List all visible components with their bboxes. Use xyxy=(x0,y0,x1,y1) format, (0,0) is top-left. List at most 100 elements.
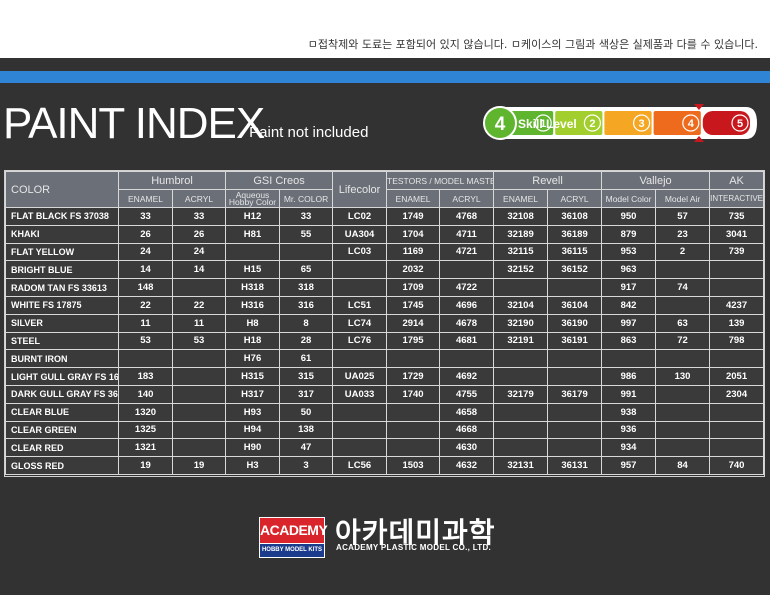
paint-code-cell: 318 xyxy=(279,278,334,297)
paint-code-cell: 28 xyxy=(279,331,334,351)
paint-code-cell: 8 xyxy=(279,313,334,333)
paint-code-cell: 4658 xyxy=(439,402,495,422)
paint-code-cell: 1795 xyxy=(386,331,441,351)
paint-code-cell: 4678 xyxy=(439,313,495,333)
logo-hobby-text: HOBBY MODEL KITS xyxy=(259,544,325,558)
header-revell: Revell xyxy=(493,171,603,190)
paint-code-cell: 130 xyxy=(655,367,711,386)
paint-code-cell xyxy=(332,402,388,422)
table-row: BRIGHT BLUE 14 14 H15 65 2032 32152 36152 963 xyxy=(5,260,765,280)
table-row: FLAT BLACK FS 37038 33 33 H12 33 LC02 1749 4768… xyxy=(5,207,765,226)
header-vallejo: Vallejo xyxy=(601,171,711,190)
table-row: WHITE FS 17875 22 22 H316 316 LC51 1745 4696 321… xyxy=(5,295,765,315)
blue-stripe xyxy=(0,71,770,83)
paint-code-cell: H18 xyxy=(225,331,281,351)
paint-code-cell xyxy=(171,278,227,297)
paint-code-cell xyxy=(332,438,388,458)
sub-gsi-aqueous-line2: Hobby Color xyxy=(228,196,277,207)
paint-code-cell: 138 xyxy=(279,420,334,440)
paint-code-cell: 997 xyxy=(601,313,657,333)
paint-code-cell: 4237 xyxy=(709,295,765,315)
paint-code-cell: 139 xyxy=(709,313,765,333)
top-white-band: ㅁ접착제와 도료는 포함되어 있지 않습니다. ㅁ케이스의 그림과 색상은 실제… xyxy=(0,0,770,58)
sub-ak-interactive: INTERACTIVE xyxy=(709,189,765,208)
paint-code-cell xyxy=(709,260,765,280)
color-name-cell: RADOM TAN FS 33613 xyxy=(5,278,119,297)
paint-code-cell: H318 xyxy=(225,278,281,297)
color-name-cell: KHAKI xyxy=(5,224,119,244)
paint-code-cell xyxy=(655,402,711,422)
paint-code-cell: 938 xyxy=(601,402,657,422)
paint-code-cell: 1740 xyxy=(386,384,441,404)
paint-code-cell: H317 xyxy=(225,384,281,404)
paint-code-cell: 55 xyxy=(279,224,334,244)
paint-code-cell xyxy=(332,260,388,280)
page-title: PAINT INDEX xyxy=(3,99,265,148)
color-name-cell: WHITE FS 17875 xyxy=(5,295,119,315)
color-name-cell: CLEAR BLUE xyxy=(5,402,119,422)
paint-code-cell: 1325 xyxy=(118,420,173,440)
paint-code-cell: 953 xyxy=(601,242,657,262)
paint-code-cell: 863 xyxy=(601,331,657,351)
paint-code-cell xyxy=(709,402,765,422)
paint-code-cell: 183 xyxy=(118,367,173,386)
paint-code-cell: LC56 xyxy=(332,456,388,475)
paint-code-cell: 32152 xyxy=(493,260,549,280)
paint-code-cell xyxy=(225,242,281,262)
paint-code-cell: 14 xyxy=(171,260,227,280)
paint-code-cell xyxy=(655,295,711,315)
paint-code-cell xyxy=(118,349,173,369)
paint-code-cell xyxy=(547,349,603,369)
paint-code-cell: 934 xyxy=(601,438,657,458)
header-testors: TESTORS / MODEL MASTER xyxy=(386,171,495,190)
paint-code-cell: 1729 xyxy=(386,367,441,386)
paint-code-cell xyxy=(439,260,495,280)
notice-text: ㅁ접착제와 도료는 포함되어 있지 않습니다. ㅁ케이스의 그림과 색상은 실제… xyxy=(307,38,758,51)
color-name-cell: GLOSS RED xyxy=(5,456,119,475)
paint-code-cell: 3 xyxy=(279,456,334,475)
color-name-cell: CLEAR GREEN xyxy=(5,420,119,440)
table-row: DARK GULL GRAY FS 36231140 H317317UA03317… xyxy=(5,384,765,404)
paint-code-cell: 33 xyxy=(279,207,334,226)
table-row: BURNT IRON H76 61 xyxy=(5,349,765,369)
paint-code-cell xyxy=(655,349,711,369)
paint-code-cell xyxy=(493,349,549,369)
paint-code-cell: 36179 xyxy=(547,384,603,404)
paint-code-cell: 19 xyxy=(171,456,227,475)
paint-code-cell xyxy=(655,420,711,440)
paint-code-cell: 4711 xyxy=(439,224,495,244)
paint-code-cell: 1503 xyxy=(386,456,441,475)
paint-code-cell: 315 xyxy=(279,367,334,386)
paint-code-cell: UA025 xyxy=(332,367,388,386)
paint-code-cell: 842 xyxy=(601,295,657,315)
paint-code-cell xyxy=(655,260,711,280)
paint-code-cell xyxy=(709,420,765,440)
paint-code-cell: UA033 xyxy=(332,384,388,404)
paint-code-cell: 1320 xyxy=(118,402,173,422)
paint-code-cell xyxy=(709,278,765,297)
table-row: SILVER 11 11 H8 8 LC74 2914 4678 32190 36190 997 63… xyxy=(5,313,765,333)
paint-code-cell: 84 xyxy=(655,456,711,475)
skill-level-number: 5 xyxy=(737,118,743,130)
table-row: STEEL 53 53 H18 28 LC76 1795 4681 32191 36191 863 7… xyxy=(5,331,765,351)
paint-code-cell: 22 xyxy=(118,295,173,315)
sub-vallejo-model-air: Model Air xyxy=(655,189,711,208)
paint-code-cell: H90 xyxy=(225,438,281,458)
table-row: CLEAR BLUE 1320 H93 50 4658 938 xyxy=(5,402,765,422)
paint-code-cell: 32191 xyxy=(493,331,549,351)
paint-code-cell xyxy=(547,438,603,458)
paint-code-cell xyxy=(655,384,711,404)
paint-code-cell xyxy=(386,402,441,422)
paint-code-cell: 32104 xyxy=(493,295,549,315)
paint-code-cell: 36115 xyxy=(547,242,603,262)
paint-code-cell: 4681 xyxy=(439,331,495,351)
paint-code-cell: 33 xyxy=(171,207,227,226)
paint-code-cell: 23 xyxy=(655,224,711,244)
paint-code-cell: 22 xyxy=(171,295,227,315)
color-name-cell: DARK GULL GRAY FS 36231 xyxy=(5,384,119,404)
sub-revell-enamel: ENAMEL xyxy=(493,189,549,208)
paint-code-cell xyxy=(493,367,549,386)
skill-level-number: 2 xyxy=(589,118,595,130)
paint-code-cell: 936 xyxy=(601,420,657,440)
sub-testors-acryl: ACRYL xyxy=(439,189,495,208)
